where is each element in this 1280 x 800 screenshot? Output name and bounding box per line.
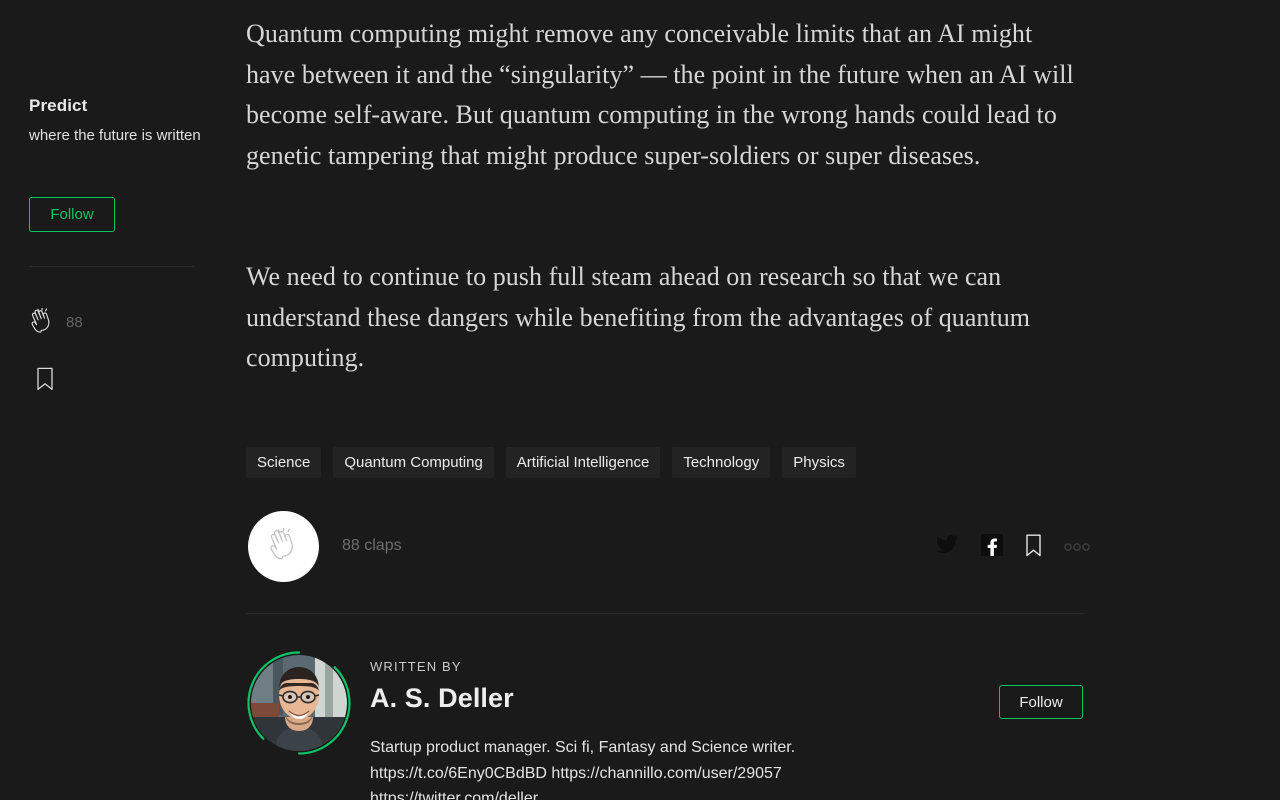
sidebar-clap-row: 88 xyxy=(29,307,83,334)
tag-chip[interactable]: Technology xyxy=(672,447,771,478)
author-bio: Startup product manager. Sci fi, Fantasy… xyxy=(370,735,970,800)
avatar[interactable] xyxy=(246,650,352,756)
bookmark-icon[interactable] xyxy=(1025,534,1042,562)
tag-chip[interactable]: Quantum Computing xyxy=(333,447,494,478)
clap-share-bar: 88 claps xyxy=(246,511,1090,583)
tag-chip[interactable]: Artificial Intelligence xyxy=(505,447,661,478)
author-follow-button[interactable]: Follow xyxy=(999,685,1083,719)
facebook-icon[interactable] xyxy=(981,534,1003,561)
sidebar: Predict where the future is written Foll… xyxy=(0,0,222,800)
publication-title: Predict xyxy=(29,96,88,115)
author-bio-line: Startup product manager. Sci fi, Fantasy… xyxy=(370,739,796,756)
article-main: Quantum computing might remove any conce… xyxy=(246,0,1280,800)
article-paragraph: We need to continue to push full steam a… xyxy=(246,262,1031,372)
author-bio-line: https://twitter.com/deller xyxy=(370,790,539,800)
more-options-icon[interactable] xyxy=(1064,539,1090,557)
publication-tagline: where the future is written xyxy=(29,127,201,144)
twitter-icon[interactable] xyxy=(935,533,959,562)
clap-count-label: 88 claps xyxy=(342,537,402,554)
sidebar-follow-button[interactable]: Follow xyxy=(29,197,115,232)
author-name[interactable]: A. S. Deller xyxy=(370,683,514,714)
clap-icon[interactable] xyxy=(29,307,55,334)
written-by-label: WRITTEN BY xyxy=(370,659,462,674)
article-page: Predict where the future is written Foll… xyxy=(0,0,1280,800)
sidebar-divider xyxy=(29,266,194,267)
section-divider xyxy=(246,613,1084,614)
tag-list: Science Quantum Computing Artificial Int… xyxy=(246,447,868,478)
tag-chip[interactable]: Physics xyxy=(782,447,856,478)
article-paragraph: Quantum computing might remove any conce… xyxy=(246,19,1074,170)
share-group xyxy=(935,533,1090,562)
author-bio-line: https://t.co/6Eny0CBdBD https://channill… xyxy=(370,764,782,782)
clap-icon xyxy=(267,527,300,566)
tag-chip[interactable]: Science xyxy=(246,447,322,478)
avatar-photo xyxy=(251,655,347,751)
clap-button[interactable] xyxy=(248,511,319,582)
bookmark-icon[interactable] xyxy=(36,367,54,391)
sidebar-clap-count: 88 xyxy=(66,313,83,331)
